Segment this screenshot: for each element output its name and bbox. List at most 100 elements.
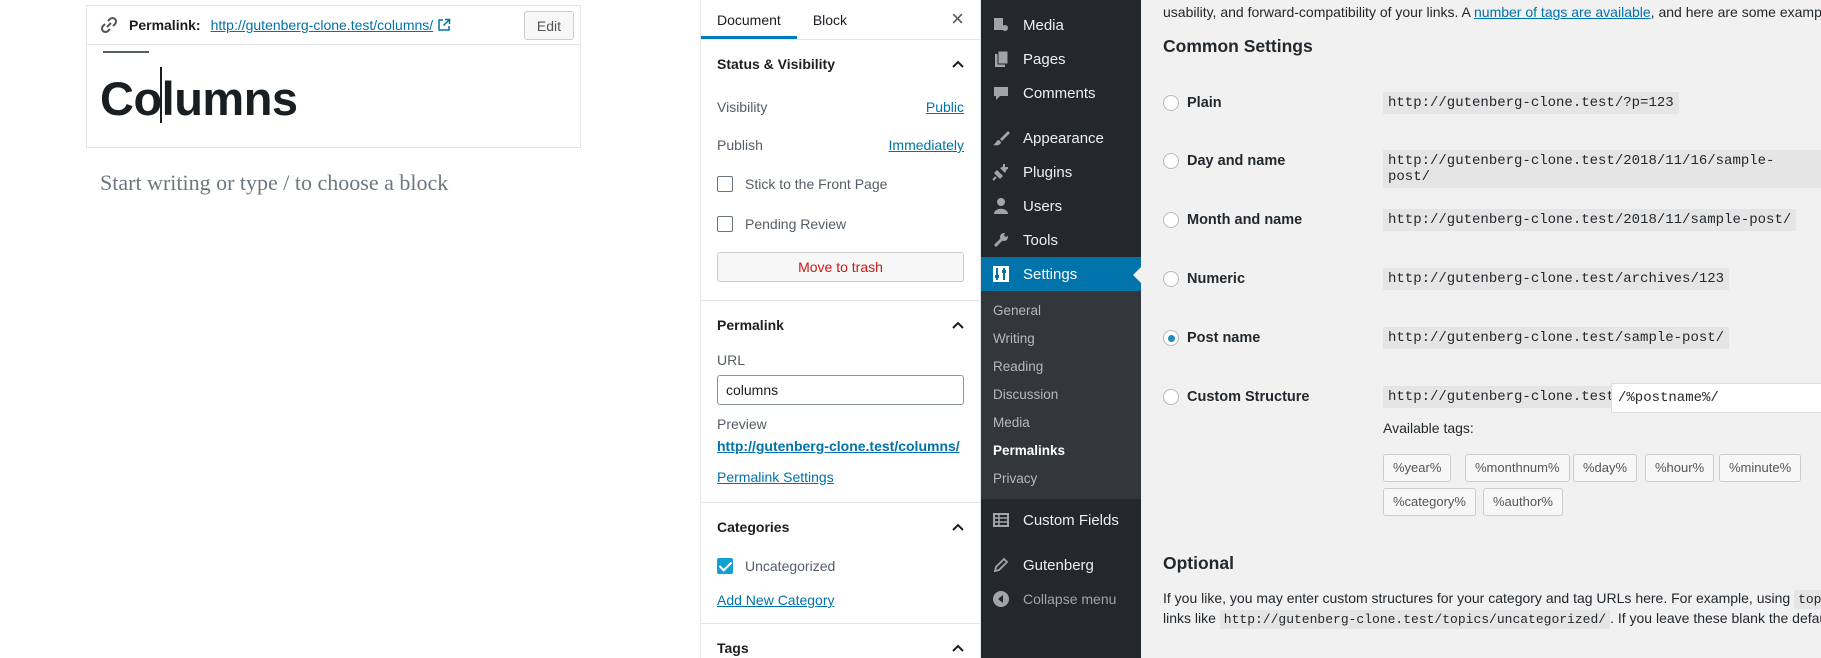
category-checkbox[interactable]	[717, 558, 733, 574]
submenu-discussion[interactable]: Discussion	[981, 381, 1141, 409]
option-label[interactable]: Day and name	[1187, 153, 1285, 169]
tag-button-monthnum[interactable]: %monthnum%	[1465, 454, 1570, 482]
category-label[interactable]: Uncategorized	[745, 558, 835, 574]
submenu-permalinks[interactable]: Permalinks	[981, 437, 1141, 465]
status-visibility-toggle[interactable]: Status & Visibility	[701, 40, 980, 88]
submenu-general[interactable]: General	[981, 297, 1141, 325]
tag-button-category[interactable]: %category%	[1383, 488, 1476, 516]
chevron-up-icon	[952, 321, 964, 329]
pages-icon	[991, 49, 1011, 69]
option-day-and-name[interactable]: Day and name	[1163, 146, 1285, 176]
option-custom-structure[interactable]: Custom Structure	[1163, 382, 1309, 412]
radio-post-name[interactable]	[1163, 330, 1179, 346]
menu-item-settings[interactable]: Settings	[981, 257, 1141, 291]
plugin-icon	[991, 162, 1011, 182]
permalink-url-link[interactable]: http://gutenberg-clone.test/columns/	[211, 17, 434, 33]
preview-link[interactable]: http://gutenberg-clone.test/columns/	[701, 435, 980, 457]
intro-text: usability, and forward-compatibility of …	[1163, 4, 1821, 20]
intro-prefix: usability, and forward-compatibility of …	[1163, 4, 1474, 20]
pending-label[interactable]: Pending Review	[745, 216, 846, 232]
permalink-panel: Permalink URL Preview http://gutenberg-c…	[701, 301, 980, 503]
optional-text: If you like, you may enter custom struct…	[1163, 590, 1795, 606]
radio-day-and-name[interactable]	[1163, 153, 1179, 169]
pending-checkbox-row[interactable]: Pending Review	[701, 204, 980, 244]
radio-custom-structure[interactable]	[1163, 389, 1179, 405]
option-label[interactable]: Month and name	[1187, 212, 1302, 228]
menu-item-plugins[interactable]: Plugins	[981, 155, 1141, 189]
tag-button-minute[interactable]: %minute%	[1719, 454, 1802, 482]
publish-date-link[interactable]: Immediately	[889, 137, 964, 153]
menu-label: Comments	[1023, 84, 1096, 102]
chevron-up-icon	[952, 644, 964, 652]
chevron-up-icon	[952, 60, 964, 68]
sticky-checkbox[interactable]	[717, 176, 733, 192]
custom-structure-input[interactable]: /%postname%/	[1611, 383, 1821, 413]
tags-panel-toggle[interactable]: Tags	[701, 624, 980, 658]
radio-numeric[interactable]	[1163, 271, 1179, 287]
post-title[interactable]: Columns	[100, 71, 298, 126]
permalink-panel-toggle[interactable]: Permalink	[701, 301, 980, 349]
add-new-category-link[interactable]: Add New Category	[701, 589, 980, 611]
settings-sliders-icon	[991, 264, 1011, 284]
intro-tail: , and here are some examples	[1650, 4, 1821, 20]
preview-prefix: http://gutenberg-clone.test/	[717, 438, 899, 454]
example-url: http://gutenberg-clone.test/?p=123	[1383, 92, 1679, 114]
collapse-menu-button[interactable]: Collapse menu	[981, 582, 1141, 616]
sticky-label[interactable]: Stick to the Front Page	[745, 176, 887, 192]
menu-item-tools[interactable]: Tools	[981, 223, 1141, 257]
tag-button-hour[interactable]: %hour%	[1645, 454, 1715, 482]
panel-title: Status & Visibility	[717, 56, 835, 72]
editor-canvas: Permalink: http://gutenberg-clone.test/c…	[0, 0, 700, 658]
radio-plain[interactable]	[1163, 95, 1179, 111]
menu-label: Gutenberg	[1023, 556, 1094, 574]
categories-panel-toggle[interactable]: Categories	[701, 503, 980, 551]
option-plain[interactable]: Plain	[1163, 88, 1222, 118]
option-label[interactable]: Custom Structure	[1187, 389, 1309, 405]
tag-button-author[interactable]: %author%	[1483, 488, 1563, 516]
menu-item-gutenberg[interactable]: Gutenberg	[981, 548, 1141, 582]
move-to-trash-button[interactable]: Move to trash	[717, 252, 964, 282]
option-numeric[interactable]: Numeric	[1163, 264, 1245, 294]
permalink-settings-link[interactable]: Permalink Settings	[701, 466, 980, 488]
menu-item-pages[interactable]: Pages	[981, 42, 1141, 76]
sticky-checkbox-row[interactable]: Stick to the Front Page	[701, 164, 980, 204]
menu-item-users[interactable]: Users	[981, 189, 1141, 223]
post-title-block[interactable]: Columns	[86, 45, 581, 148]
external-link-icon[interactable]	[437, 18, 451, 32]
tag-button-day[interactable]: %day%	[1573, 454, 1638, 482]
submenu-reading[interactable]: Reading	[981, 353, 1141, 381]
collapse-label: Collapse menu	[1023, 591, 1117, 607]
tab-block[interactable]: Block	[797, 0, 863, 39]
tag-button-year[interactable]: %year%	[1383, 454, 1452, 482]
option-month-and-name[interactable]: Month and name	[1163, 205, 1302, 235]
category-item[interactable]: Uncategorized	[701, 551, 980, 581]
optional-text: . If you leave these blank the defau	[1610, 610, 1821, 626]
tab-document[interactable]: Document	[701, 0, 797, 39]
submenu-media[interactable]: Media	[981, 409, 1141, 437]
visibility-row: Visibility Public	[701, 88, 980, 126]
menu-label: Custom Fields	[1023, 511, 1119, 529]
user-icon	[991, 196, 1011, 216]
block-placeholder[interactable]: Start writing or type / to choose a bloc…	[100, 170, 448, 196]
option-label[interactable]: Post name	[1187, 330, 1260, 346]
menu-label: Settings	[1023, 265, 1078, 283]
menu-item-appearance[interactable]: Appearance	[981, 121, 1141, 155]
menu-item-media[interactable]: Media	[981, 8, 1141, 42]
url-slug-input[interactable]	[717, 375, 964, 405]
available-tags-link[interactable]: number of tags are available	[1474, 4, 1651, 20]
submenu-writing[interactable]: Writing	[981, 325, 1141, 353]
edit-permalink-button[interactable]: Edit	[523, 11, 574, 40]
menu-item-custom-fields[interactable]: Custom Fields	[981, 503, 1141, 537]
pending-review-checkbox[interactable]	[717, 216, 733, 232]
radio-month-and-name[interactable]	[1163, 212, 1179, 228]
optional-description-line1: If you like, you may enter custom struct…	[1163, 590, 1821, 609]
menu-item-comments[interactable]: Comments	[981, 76, 1141, 110]
submenu-privacy[interactable]: Privacy	[981, 465, 1141, 493]
option-label[interactable]: Plain	[1187, 95, 1222, 111]
url-label: URL	[717, 352, 746, 368]
option-label[interactable]: Numeric	[1187, 271, 1245, 287]
option-post-name[interactable]: Post name	[1163, 323, 1260, 353]
status-visibility-panel: Status & Visibility Visibility Public Pu…	[701, 40, 980, 301]
visibility-link[interactable]: Public	[926, 99, 964, 115]
close-icon[interactable]: ×	[951, 6, 964, 32]
